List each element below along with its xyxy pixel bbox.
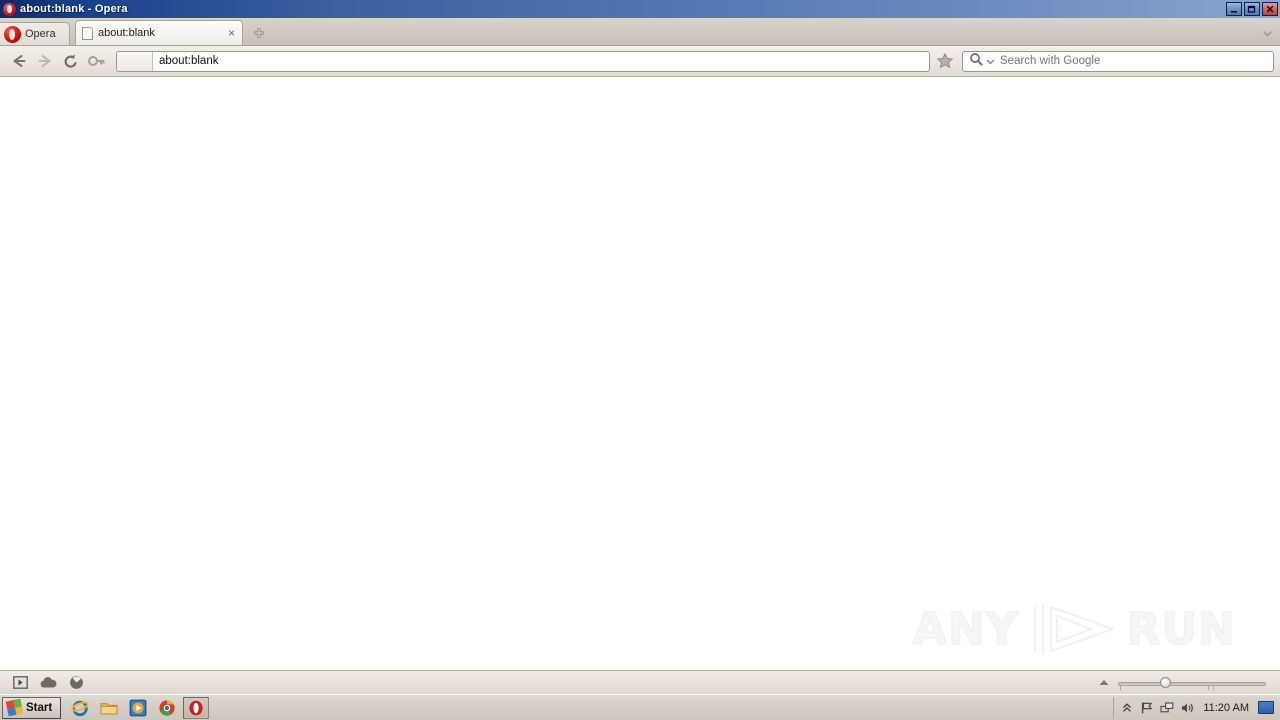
taskbar-item-opera[interactable] xyxy=(183,696,210,719)
watermark-play-logo-icon xyxy=(1033,604,1114,654)
tab-about-blank[interactable]: about:blank × xyxy=(75,20,243,45)
media-player-icon xyxy=(129,699,147,716)
reload-button[interactable] xyxy=(58,49,84,73)
opera-browser-window: about:blank - Opera Opera about:blank × … xyxy=(0,0,1280,720)
taskbar-item-internet-explorer[interactable] xyxy=(67,697,93,719)
bookmark-star-icon[interactable] xyxy=(934,50,956,72)
tray-expand-chevron-icon[interactable] xyxy=(1119,700,1134,715)
search-engine-chevron-down-icon[interactable] xyxy=(986,52,995,70)
zoom-slider-track xyxy=(1118,681,1266,686)
address-bar[interactable] xyxy=(116,50,930,72)
address-input[interactable] xyxy=(153,51,929,71)
close-button[interactable] xyxy=(1262,2,1278,16)
address-bar-badge xyxy=(117,51,153,71)
windows-logo-icon xyxy=(5,698,24,717)
tray-security-flag-icon[interactable] xyxy=(1139,700,1154,715)
security-key-icon[interactable] xyxy=(84,49,110,73)
start-button[interactable]: Start xyxy=(2,696,62,719)
opera-logo-icon xyxy=(4,25,21,43)
tray-display-icon[interactable] xyxy=(1258,701,1274,714)
opera-logo-icon xyxy=(3,2,16,16)
taskbar-item-google-chrome[interactable] xyxy=(154,697,180,719)
start-button-label: Start xyxy=(26,701,53,714)
back-button[interactable] xyxy=(6,49,32,73)
collapse-chevron-up-icon[interactable] xyxy=(1094,674,1114,692)
zoom-slider-tick xyxy=(1120,684,1121,690)
zoom-slider[interactable] xyxy=(1118,674,1266,692)
taskbar-item-windows-explorer[interactable] xyxy=(96,697,122,719)
tab-bar: Opera about:blank × xyxy=(0,18,1280,46)
tray-network-icon[interactable] xyxy=(1159,700,1174,715)
taskbar-item-media-player[interactable] xyxy=(125,697,151,719)
watermark-text-any: ANY xyxy=(912,603,1019,656)
search-icon xyxy=(969,52,983,71)
performance-gauge-icon[interactable] xyxy=(62,673,90,693)
chrome-icon xyxy=(159,699,175,716)
watermark-text-run: RUN xyxy=(1126,603,1236,656)
restore-button[interactable] xyxy=(1244,2,1260,16)
page-icon xyxy=(82,26,93,40)
zoom-slider-handle[interactable] xyxy=(1160,676,1171,688)
status-bar xyxy=(0,670,1280,694)
search-input[interactable] xyxy=(998,55,1267,67)
tab-list-chevron-down-icon[interactable] xyxy=(1260,26,1274,40)
quick-launch-bar xyxy=(67,696,210,719)
minimize-button[interactable] xyxy=(1226,2,1242,16)
opera-turbo-cloud-icon[interactable] xyxy=(34,673,62,693)
panels-toggle-icon[interactable] xyxy=(6,673,34,693)
zoom-slider-tick xyxy=(1213,684,1214,690)
navigation-toolbar xyxy=(0,46,1280,77)
system-clock[interactable]: 11:20 AM xyxy=(1199,702,1253,714)
folder-icon xyxy=(100,702,118,714)
system-tray: 11:20 AM xyxy=(1113,696,1278,719)
anyrun-watermark: ANY RUN xyxy=(912,600,1236,658)
title-bar: about:blank - Opera xyxy=(0,0,1280,18)
tab-close-icon[interactable]: × xyxy=(225,27,238,40)
search-bar[interactable] xyxy=(962,50,1274,72)
new-tab-button[interactable] xyxy=(249,23,269,43)
forward-button[interactable] xyxy=(32,49,58,73)
window-title: about:blank - Opera xyxy=(20,3,128,15)
opera-menu-button[interactable]: Opera xyxy=(0,22,70,45)
opera-menu-label: Opera xyxy=(25,28,56,40)
tray-volume-icon[interactable] xyxy=(1179,700,1194,715)
page-content: ANY RUN xyxy=(0,77,1280,670)
tab-title: about:blank xyxy=(98,27,155,39)
opera-icon xyxy=(189,700,203,715)
windows-taskbar: Start 11:20 AM xyxy=(0,694,1280,720)
zoom-slider-tick xyxy=(1208,684,1209,690)
internet-explorer-icon xyxy=(71,700,89,716)
window-controls xyxy=(1226,2,1278,16)
